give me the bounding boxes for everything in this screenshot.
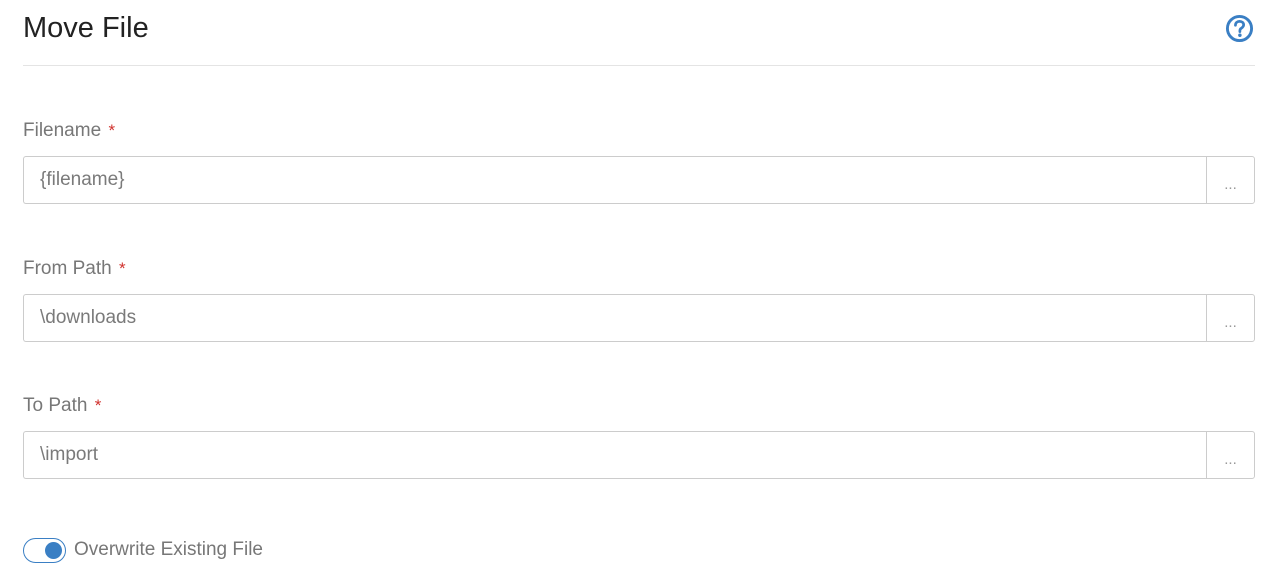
overwrite-toggle[interactable] [23,537,66,563]
filename-browse-button[interactable]: ... [1206,156,1255,204]
from-path-field: From Path * ... [23,258,1255,342]
to-path-input-group: ... [23,431,1255,479]
required-marker: * [108,121,116,140]
page-title: Move File [23,12,149,44]
from-path-label: From Path * [23,258,1255,280]
to-path-browse-button[interactable]: ... [1206,431,1255,479]
from-path-input[interactable] [23,294,1206,342]
filename-label: Filename * [23,120,1255,142]
move-file-panel: Move File Filename * ... From Path * ... [23,0,1255,563]
panel-header: Move File [23,0,1255,66]
from-path-input-group: ... [23,294,1255,342]
toggle-knob [45,541,62,559]
to-path-input[interactable] [23,431,1206,479]
filename-label-text: Filename [23,120,102,141]
filename-field: Filename * ... [23,120,1255,204]
to-path-label-text: To Path [23,395,88,416]
required-marker: * [118,259,126,278]
to-path-field: To Path * ... [23,395,1255,479]
from-path-label-text: From Path [23,258,112,279]
filename-input-group: ... [23,156,1255,204]
overwrite-toggle-row: Overwrite Existing File [23,536,263,564]
required-marker: * [94,396,102,415]
overwrite-toggle-label: Overwrite Existing File [74,539,263,560]
filename-input[interactable] [23,156,1206,204]
from-path-browse-button[interactable]: ... [1206,294,1255,342]
to-path-label: To Path * [23,395,1255,417]
question-circle-icon[interactable] [1225,14,1254,43]
